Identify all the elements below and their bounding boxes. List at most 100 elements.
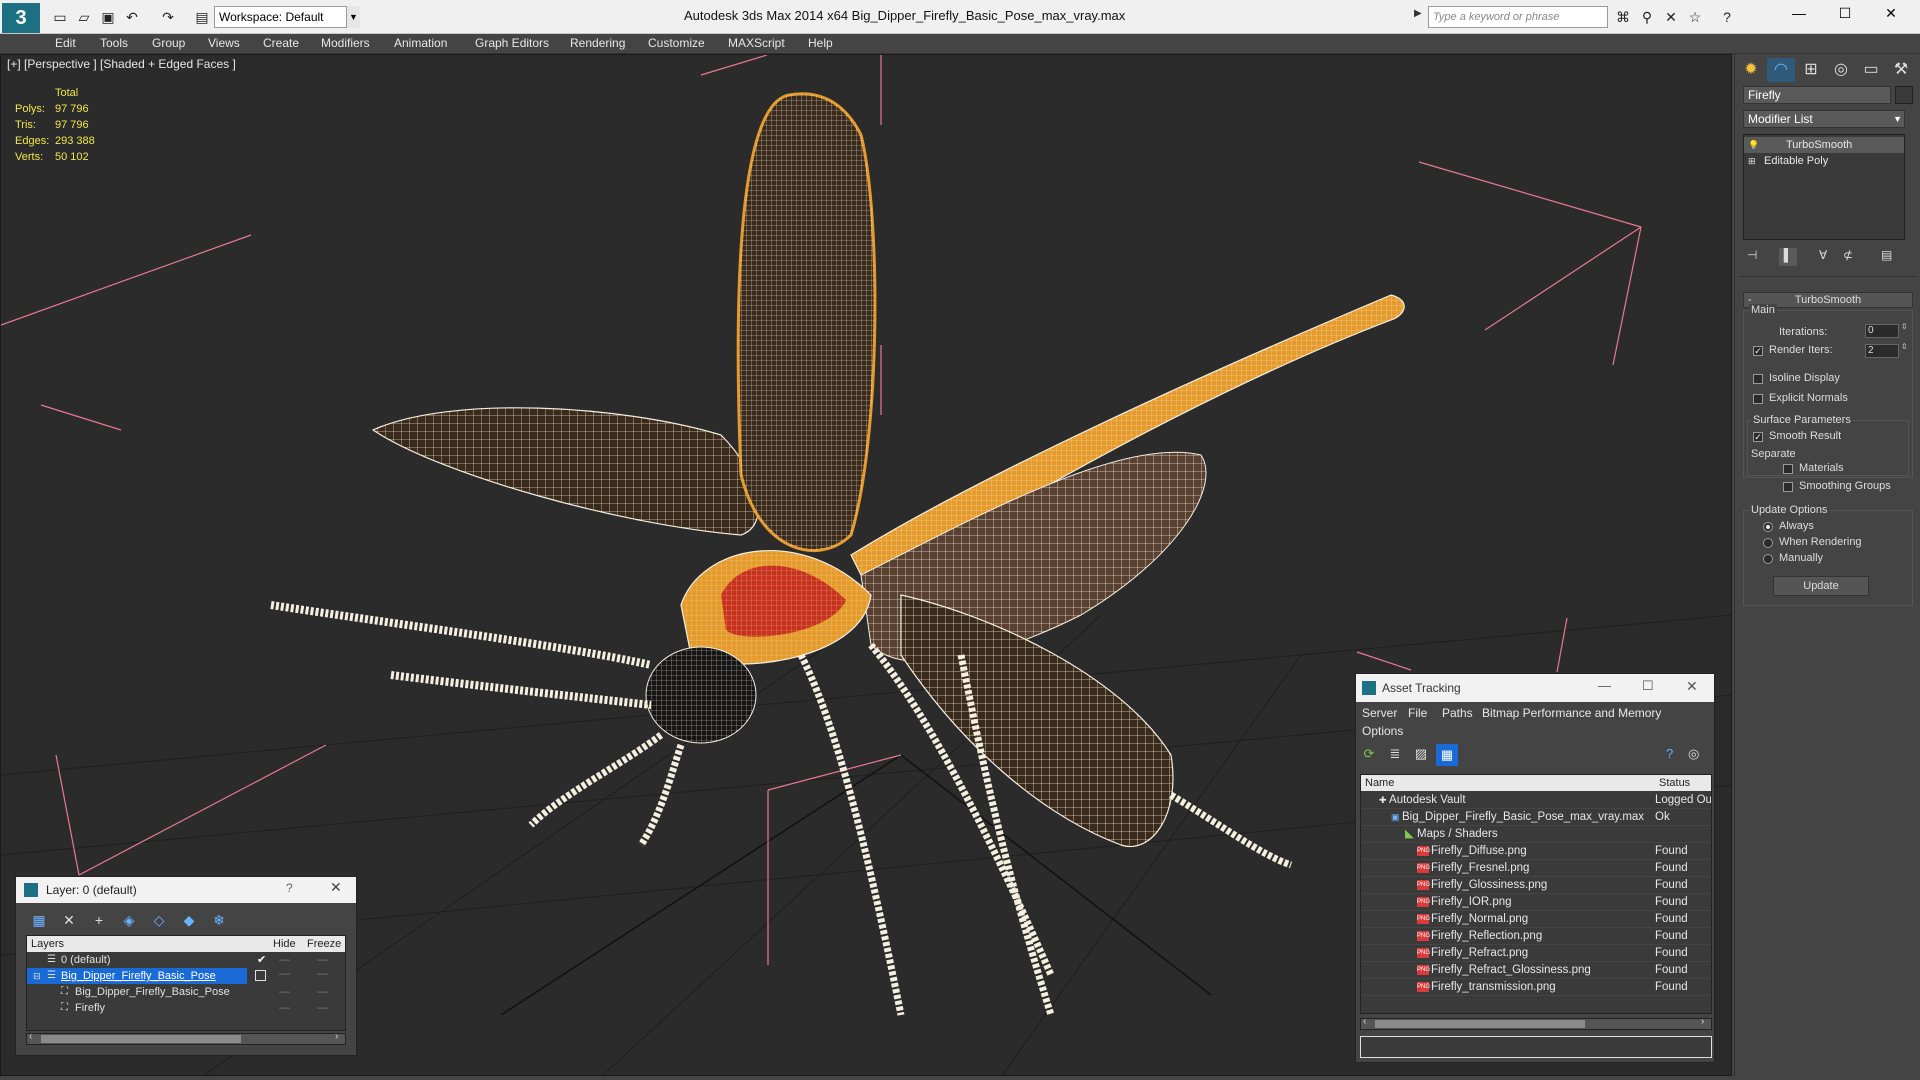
add-layer-icon[interactable]: + bbox=[88, 910, 110, 930]
spinner-arrows-icon[interactable]: ⇳ bbox=[1901, 322, 1908, 331]
isoline-display-checkbox[interactable] bbox=[1753, 374, 1763, 384]
redo-icon[interactable]: ↷ bbox=[158, 7, 178, 27]
configure-sets-icon[interactable]: ▤ bbox=[1881, 248, 1892, 262]
menu-server[interactable]: Server bbox=[1362, 706, 1397, 720]
open-file-icon[interactable]: ▱ bbox=[74, 7, 94, 27]
stack-item-editable-poly[interactable]: ⊞ Editable Poly bbox=[1744, 153, 1904, 169]
horizontal-scrollbar[interactable]: ‹ › bbox=[26, 1031, 346, 1045]
asset-row[interactable]: ✚ Autodesk Vault Logged Ou bbox=[1361, 792, 1711, 809]
menu-views[interactable]: Views bbox=[208, 36, 240, 50]
display-tab-icon[interactable]: ▭ bbox=[1857, 58, 1885, 82]
hide-toggle[interactable]: — bbox=[279, 1000, 290, 1016]
communication-icon[interactable]: ✕ bbox=[1660, 7, 1682, 27]
horizontal-scrollbar[interactable]: ‹ › bbox=[1360, 1016, 1712, 1030]
freeze-layer-icon[interactable]: ❄ bbox=[208, 910, 230, 930]
layer-row[interactable]: ☰ 0 (default) ✔ — — bbox=[27, 952, 345, 968]
scroll-right-icon[interactable]: › bbox=[1701, 1016, 1704, 1027]
menu-bitmap-performance[interactable]: Bitmap Performance and Memory bbox=[1482, 706, 1661, 720]
maximize-icon[interactable]: ☐ bbox=[1642, 678, 1654, 694]
search-input[interactable]: Type a keyword or phrase bbox=[1428, 6, 1608, 28]
manually-radio[interactable] bbox=[1763, 554, 1773, 564]
asset-tracking-title[interactable]: Asset Tracking bbox=[1356, 674, 1714, 702]
menu-edit[interactable]: Edit bbox=[55, 36, 76, 50]
utilities-tab-icon[interactable]: ⚒ bbox=[1887, 58, 1915, 82]
column-header-status[interactable]: Status bbox=[1659, 775, 1690, 791]
menu-file[interactable]: File bbox=[1408, 706, 1427, 720]
table-view-icon[interactable]: ▦ bbox=[1436, 744, 1458, 766]
help-icon[interactable]: ? bbox=[1716, 7, 1738, 27]
chevron-down-icon[interactable]: ▼ bbox=[346, 6, 360, 28]
asset-row[interactable]: ◣ Maps / Shaders bbox=[1361, 826, 1711, 843]
highlight-layer-icon[interactable]: ◇ bbox=[148, 910, 170, 930]
scroll-left-icon[interactable]: ‹ bbox=[29, 1031, 32, 1042]
close-icon[interactable]: ✕ bbox=[330, 879, 342, 896]
binoculars-icon[interactable]: ⌘ bbox=[1612, 7, 1634, 27]
object-row[interactable]: ⛶ Big_Dipper_Firefly_Basic_Pose — — bbox=[27, 984, 345, 1000]
hierarchy-tab-icon[interactable]: ⊞ bbox=[1797, 58, 1825, 82]
scrollbar-thumb[interactable] bbox=[41, 1035, 241, 1043]
smooth-result-checkbox[interactable]: ✓ bbox=[1753, 432, 1763, 442]
freeze-toggle[interactable]: — bbox=[317, 1000, 328, 1016]
create-tab-icon[interactable]: ✹ bbox=[1737, 58, 1765, 82]
freeze-toggle[interactable]: — bbox=[317, 968, 328, 980]
make-unique-icon[interactable]: ∀ bbox=[1819, 248, 1827, 262]
pin-stack-icon[interactable]: ⊣ bbox=[1747, 248, 1757, 262]
minimize-icon[interactable]: — bbox=[1598, 678, 1611, 693]
freeze-toggle[interactable]: — bbox=[317, 952, 328, 968]
always-radio[interactable] bbox=[1763, 522, 1773, 532]
menu-group[interactable]: Group bbox=[152, 36, 185, 50]
smoothing-groups-checkbox[interactable] bbox=[1783, 482, 1793, 492]
menu-tools[interactable]: Tools bbox=[100, 36, 128, 50]
layer-dialog-title[interactable]: Layer: 0 (default) bbox=[16, 877, 356, 903]
expand-icon[interactable]: ⊟ bbox=[33, 968, 41, 984]
new-file-icon[interactable]: ▭ bbox=[50, 7, 70, 27]
hide-toggle[interactable]: — bbox=[279, 952, 290, 968]
asset-row[interactable]: PNGFirefly_Reflection.png Found bbox=[1361, 928, 1711, 945]
asset-row[interactable]: PNGFirefly_transmission.png Found bbox=[1361, 979, 1711, 996]
help-icon[interactable]: ? bbox=[1666, 746, 1673, 761]
subscription-icon[interactable]: ⚲ bbox=[1636, 7, 1658, 27]
menu-rendering[interactable]: Rendering bbox=[570, 36, 625, 50]
project-folder-icon[interactable]: ▤ bbox=[192, 7, 212, 27]
asset-row[interactable]: PNGFirefly_Glossiness.png Found bbox=[1361, 877, 1711, 894]
help-icon[interactable]: ? bbox=[286, 881, 293, 895]
asset-row[interactable]: PNGFirefly_Normal.png Found bbox=[1361, 911, 1711, 928]
hide-toggle[interactable]: — bbox=[279, 984, 290, 1000]
iterations-spinner[interactable]: 0 bbox=[1865, 324, 1899, 338]
viewport-label[interactable]: [+] [Perspective ] [Shaded + Edged Faces… bbox=[7, 57, 236, 71]
close-button[interactable]: ✕ bbox=[1868, 0, 1914, 26]
column-header-name[interactable]: Name bbox=[1365, 775, 1394, 791]
minimize-button[interactable]: — bbox=[1776, 0, 1822, 26]
close-icon[interactable]: ✕ bbox=[1686, 678, 1698, 695]
show-end-result-icon[interactable]: ▌ bbox=[1779, 248, 1797, 266]
scrollbar-thumb[interactable] bbox=[1375, 1020, 1585, 1028]
asset-row[interactable]: PNGFirefly_IOR.png Found bbox=[1361, 894, 1711, 911]
menu-maxscript[interactable]: MAXScript bbox=[728, 36, 785, 50]
materials-checkbox[interactable] bbox=[1783, 464, 1793, 474]
undo-icon[interactable]: ↶ bbox=[122, 7, 142, 27]
asset-row[interactable]: PNGFirefly_Fresnel.png Found bbox=[1361, 860, 1711, 877]
column-header-layers[interactable]: Layers bbox=[31, 936, 64, 952]
hide-toggle[interactable]: — bbox=[279, 968, 290, 980]
stack-item-turbosmooth[interactable]: 💡 TurboSmooth bbox=[1744, 137, 1904, 153]
scroll-left-icon[interactable]: ‹ bbox=[1363, 1016, 1366, 1027]
asset-row[interactable]: PNGFirefly_Refract.png Found bbox=[1361, 945, 1711, 962]
perspective-viewport[interactable]: [+] [Perspective ] [Shaded + Edged Faces… bbox=[0, 54, 1732, 1076]
menu-paths[interactable]: Paths bbox=[1442, 706, 1473, 720]
when-rendering-radio[interactable] bbox=[1763, 538, 1773, 548]
menu-modifiers[interactable]: Modifiers bbox=[321, 36, 370, 50]
motion-tab-icon[interactable]: ◎ bbox=[1827, 58, 1855, 82]
explicit-normals-checkbox[interactable] bbox=[1753, 394, 1763, 404]
modify-tab-icon[interactable]: ◠ bbox=[1767, 58, 1795, 82]
update-button[interactable]: Update bbox=[1773, 576, 1869, 596]
scroll-right-icon[interactable]: › bbox=[335, 1031, 338, 1042]
refresh-icon[interactable]: ⟳ bbox=[1360, 746, 1378, 764]
asset-row[interactable]: PNGFirefly_Diffuse.png Found bbox=[1361, 843, 1711, 860]
delete-layer-icon[interactable]: ✕ bbox=[58, 910, 80, 930]
workspace-select[interactable]: Workspace: Default bbox=[214, 6, 360, 28]
list-view-icon[interactable]: ≣ bbox=[1386, 746, 1404, 764]
remove-modifier-icon[interactable]: ⊄ bbox=[1843, 248, 1853, 262]
object-name-field[interactable]: Firefly bbox=[1743, 86, 1891, 104]
expand-arrow-icon[interactable]: ▶ bbox=[1414, 8, 1422, 19]
layer-row-selected[interactable]: ⊟ ☰ Big_Dipper_Firefly_Basic_Pose bbox=[27, 968, 247, 984]
